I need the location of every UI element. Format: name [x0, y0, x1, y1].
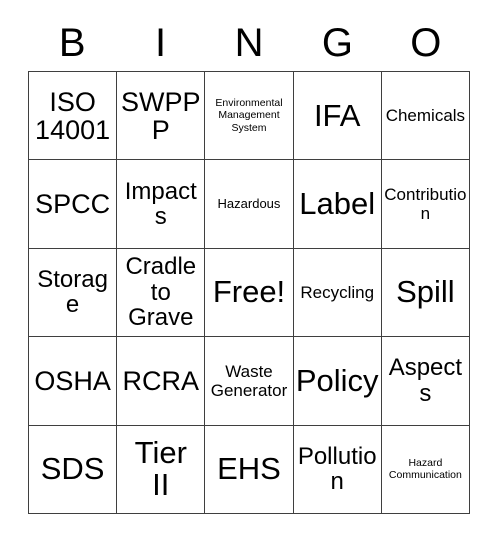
- bingo-cell-label: ISO 14001: [35, 86, 111, 145]
- bingo-header-row: B I N G O: [28, 14, 470, 71]
- bingo-cell-label: IFA: [313, 97, 361, 133]
- bingo-cell[interactable]: RCRA: [117, 337, 206, 426]
- bingo-cell-label: Aspects: [388, 354, 463, 407]
- bingo-cell-label: Environmental Management System: [215, 96, 283, 135]
- bingo-cell[interactable]: SWPPP: [117, 72, 206, 161]
- bingo-cell-label: Hazardous: [217, 196, 281, 212]
- bingo-cell-label: Waste Generator: [210, 361, 288, 400]
- bingo-cell[interactable]: Storage: [29, 248, 118, 338]
- bingo-cell-label: Label: [299, 185, 376, 221]
- bingo-cell-label: SPCC: [35, 189, 111, 220]
- bingo-cell-label: EHS: [217, 451, 281, 487]
- bingo-cell[interactable]: Impacts: [117, 160, 206, 249]
- bingo-cell[interactable]: IFA: [293, 72, 382, 161]
- bingo-cell-label: SWPPP: [121, 86, 201, 145]
- header-letter-o: O: [410, 20, 442, 65]
- bingo-cell[interactable]: Waste Generator: [205, 337, 294, 426]
- bingo-cell[interactable]: Spill: [381, 248, 470, 338]
- bingo-cell[interactable]: ISO 14001: [29, 72, 118, 161]
- bingo-cell-free-space[interactable]: Free!: [205, 248, 294, 338]
- header-letter-g: G: [321, 20, 353, 65]
- bingo-cell[interactable]: Tier II: [117, 425, 206, 514]
- bingo-cell[interactable]: Hazardous: [205, 160, 294, 249]
- bingo-cell-label: RCRA: [122, 365, 200, 396]
- bingo-cell-label: OSHA: [34, 365, 111, 396]
- bingo-cell-label: Policy: [295, 362, 379, 398]
- bingo-cell[interactable]: SDS: [29, 425, 118, 514]
- header-letter-n: N: [234, 20, 264, 65]
- bingo-cell[interactable]: OSHA: [29, 337, 118, 426]
- bingo-cell[interactable]: Label: [293, 160, 382, 249]
- bingo-cell-label: Cradle to Grave: [125, 253, 197, 332]
- bingo-cell[interactable]: Policy: [293, 337, 382, 426]
- bingo-cell[interactable]: Cradle to Grave: [117, 248, 206, 338]
- bingo-cell[interactable]: Contribution: [381, 160, 470, 249]
- bingo-cell[interactable]: Recycling: [293, 248, 382, 338]
- bingo-grid: ISO 14001 SWPPP Environmental Management S…: [28, 71, 470, 514]
- bingo-cell[interactable]: Chemicals: [381, 72, 470, 161]
- bingo-cell-label: Chemicals: [385, 106, 466, 126]
- bingo-cell[interactable]: SPCC: [29, 160, 118, 249]
- bingo-cell-label: Tier II: [134, 435, 187, 503]
- bingo-cell[interactable]: Aspects: [381, 337, 470, 426]
- bingo-cell-label: SDS: [40, 451, 105, 487]
- header-letter-b: B: [58, 20, 86, 65]
- bingo-cell-label: Recycling: [300, 282, 375, 302]
- bingo-cell-label: Free!: [212, 274, 286, 310]
- bingo-cell-label: Contribution: [384, 185, 467, 224]
- bingo-cell-label: Pollution: [297, 442, 377, 496]
- bingo-cell-label: Storage: [37, 266, 108, 319]
- bingo-cell-label: Hazard Communication: [388, 456, 462, 482]
- bingo-cell-label: Impacts: [124, 177, 197, 231]
- header-letter-i: I: [155, 20, 167, 65]
- bingo-cell[interactable]: EHS: [205, 425, 294, 514]
- bingo-cell-label: Spill: [396, 274, 455, 310]
- bingo-cell[interactable]: Environmental Management System: [205, 72, 294, 161]
- bingo-cell[interactable]: Hazard Communication: [381, 425, 470, 514]
- bingo-card: B I N G O ISO 14001 SWPPP Environmental Ma…: [0, 0, 500, 544]
- bingo-cell[interactable]: Pollution: [293, 425, 382, 514]
